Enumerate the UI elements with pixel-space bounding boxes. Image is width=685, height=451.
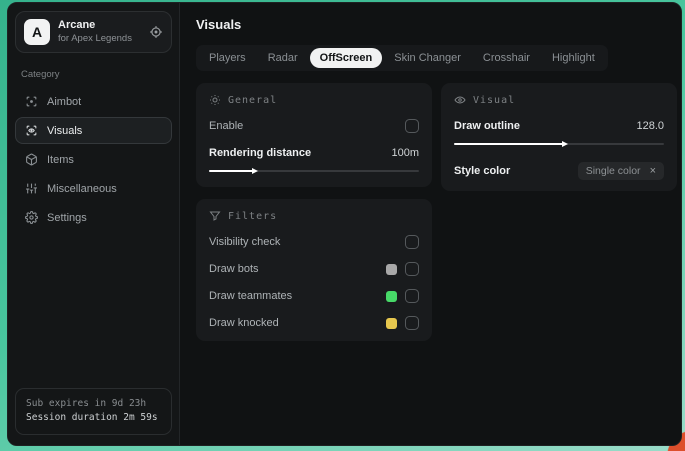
app-window: A Arcane for Apex Legends Category Aimbo… bbox=[7, 2, 682, 446]
sidebar-item-label: Miscellaneous bbox=[47, 182, 117, 195]
enable-row: Enable bbox=[209, 119, 419, 133]
draw-knocked-color-swatch[interactable] bbox=[386, 317, 397, 329]
draw-bots-checkbox[interactable] bbox=[405, 262, 419, 276]
page-title: Visuals bbox=[196, 17, 242, 32]
tab-players[interactable]: Players bbox=[199, 48, 256, 68]
draw-outline-row: Draw outline 128.0 bbox=[454, 119, 664, 133]
draw-bots-row: Draw bots bbox=[209, 262, 419, 276]
tab-offscreen[interactable]: OffScreen bbox=[309, 48, 383, 68]
eye-icon bbox=[454, 94, 466, 106]
draw-teammates-checkbox[interactable] bbox=[405, 289, 419, 303]
visibility-check-label: Visibility check bbox=[209, 236, 281, 248]
style-color-label: Style color bbox=[454, 165, 511, 177]
draw-teammates-color-swatch[interactable] bbox=[386, 290, 397, 302]
brand-text: Arcane for Apex Legends bbox=[58, 19, 141, 45]
general-panel-title: General bbox=[228, 94, 278, 106]
brand-logo: A bbox=[24, 19, 50, 45]
visuals-tabbar: Players Radar OffScreen Skin Changer Cro… bbox=[196, 45, 608, 71]
filters-panel-title: Filters bbox=[228, 210, 278, 222]
sun-icon bbox=[209, 94, 221, 106]
sidebar-item-items[interactable]: Items bbox=[15, 146, 172, 173]
general-panel: General Enable Rendering distance 100m bbox=[196, 83, 432, 187]
draw-teammates-label: Draw teammates bbox=[209, 290, 293, 302]
visibility-check-row: Visibility check bbox=[209, 235, 419, 249]
tab-crosshair[interactable]: Crosshair bbox=[473, 48, 540, 68]
draw-outline-slider[interactable] bbox=[454, 139, 664, 149]
sidebar-item-label: Visuals bbox=[47, 124, 83, 137]
draw-outline-value: 128.0 bbox=[636, 120, 664, 132]
enable-checkbox[interactable] bbox=[405, 119, 419, 133]
left-column: General Enable Rendering distance 100m F… bbox=[196, 83, 432, 341]
slider-fill[interactable] bbox=[454, 140, 569, 147]
visual-panel: Visual Draw outline 128.0 Style color Si… bbox=[441, 83, 677, 191]
draw-knocked-label: Draw knocked bbox=[209, 317, 279, 329]
sidebar-nav: Aimbot Visuals Items Miscellaneous Setti… bbox=[15, 88, 172, 231]
style-color-selected-value: Single color bbox=[585, 165, 641, 177]
sliders-icon bbox=[25, 182, 38, 195]
style-color-select[interactable]: Single color × bbox=[577, 162, 664, 180]
brand-subtitle: for Apex Legends bbox=[58, 32, 132, 44]
visibility-check-checkbox[interactable] bbox=[405, 235, 419, 249]
tab-skin-changer[interactable]: Skin Changer bbox=[384, 48, 471, 68]
close-icon[interactable]: × bbox=[650, 165, 656, 177]
general-panel-header: General bbox=[209, 94, 419, 106]
draw-bots-color-swatch[interactable] bbox=[386, 263, 397, 275]
right-column: Visual Draw outline 128.0 Style color Si… bbox=[441, 83, 677, 191]
sidebar-item-aimbot[interactable]: Aimbot bbox=[15, 88, 172, 115]
brand-card: A Arcane for Apex Legends bbox=[15, 11, 172, 53]
draw-bots-label: Draw bots bbox=[209, 263, 259, 275]
draw-knocked-checkbox[interactable] bbox=[405, 316, 419, 330]
gear-icon bbox=[25, 211, 38, 224]
tab-highlight[interactable]: Highlight bbox=[542, 48, 605, 68]
crosshair-icon bbox=[25, 95, 38, 108]
funnel-icon bbox=[209, 210, 221, 222]
tab-radar[interactable]: Radar bbox=[258, 48, 308, 68]
eye-scan-icon bbox=[25, 124, 38, 137]
draw-teammates-row: Draw teammates bbox=[209, 289, 419, 303]
sidebar-item-settings[interactable]: Settings bbox=[15, 204, 172, 231]
visual-panel-header: Visual bbox=[454, 94, 664, 106]
main-content: Visuals Players Radar OffScreen Skin Cha… bbox=[180, 3, 681, 445]
sidebar: A Arcane for Apex Legends Category Aimbo… bbox=[8, 3, 180, 445]
slider-fill[interactable] bbox=[209, 167, 259, 174]
filters-panel: Filters Visibility check Draw bots Draw … bbox=[196, 199, 432, 341]
package-icon bbox=[25, 153, 38, 166]
sidebar-item-label: Items bbox=[47, 153, 74, 166]
category-label: Category bbox=[21, 69, 60, 80]
filters-panel-header: Filters bbox=[209, 210, 419, 222]
target-icon[interactable] bbox=[149, 25, 163, 39]
sub-expires-text: Sub expires in 9d 23h bbox=[26, 397, 147, 409]
rendering-distance-label: Rendering distance bbox=[209, 147, 312, 159]
rendering-distance-slider[interactable] bbox=[209, 166, 419, 176]
enable-label: Enable bbox=[209, 120, 244, 132]
sidebar-item-miscellaneous[interactable]: Miscellaneous bbox=[15, 175, 172, 202]
session-duration-text: Session duration 2m 59s bbox=[26, 412, 158, 424]
draw-knocked-row: Draw knocked bbox=[209, 316, 419, 330]
style-color-row: Style color Single color × bbox=[454, 162, 664, 180]
subscription-info: Sub expires in 9d 23h Session duration 2… bbox=[15, 387, 172, 435]
sidebar-item-label: Settings bbox=[47, 211, 87, 224]
rendering-distance-value: 100m bbox=[391, 147, 419, 159]
sidebar-item-visuals[interactable]: Visuals bbox=[15, 117, 172, 144]
panels-area: General Enable Rendering distance 100m F… bbox=[196, 83, 677, 341]
brand-name: Arcane bbox=[58, 19, 96, 32]
rendering-distance-row: Rendering distance 100m bbox=[209, 146, 419, 160]
sidebar-item-label: Aimbot bbox=[47, 95, 82, 108]
visual-panel-title: Visual bbox=[473, 94, 516, 106]
draw-outline-label: Draw outline bbox=[454, 120, 521, 132]
